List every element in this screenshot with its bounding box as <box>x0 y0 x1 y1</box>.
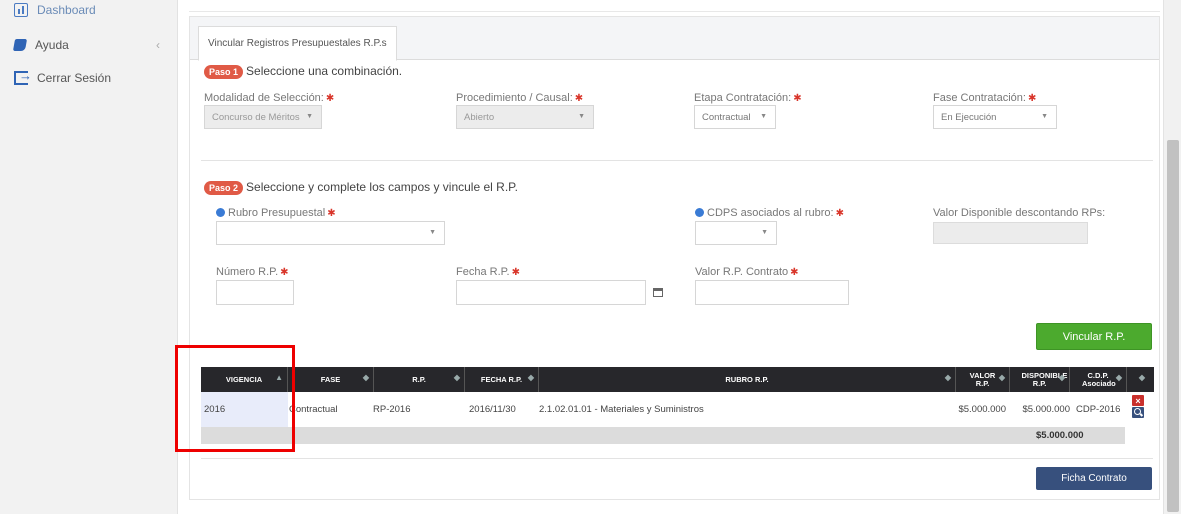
book-icon <box>12 39 28 51</box>
sort-icon: ◆ <box>1058 373 1065 382</box>
fase-label: Fase Contratación: ✱ <box>933 92 1037 104</box>
col-cdp[interactable]: C.D.P. Asociado ◆ <box>1070 367 1127 392</box>
valor-rp-label: Valor R.P. Contrato ✱ <box>695 266 799 278</box>
sidebar-item-label: Ayuda <box>35 38 69 52</box>
scrollbar[interactable] <box>1163 0 1181 514</box>
step1-badge: Paso 1 <box>204 65 244 79</box>
tab-bar: Vincular Registros Presupuestales R.P.s <box>190 17 1159 61</box>
etapa-select[interactable]: Contractual ▼ <box>694 105 776 129</box>
sort-icon: ◆ <box>1138 373 1145 382</box>
fecha-rp-label: Fecha R.P. ✱ <box>456 266 520 278</box>
step2-title: Seleccione y complete los campos y vincu… <box>246 180 518 194</box>
cell-cdp: CDP-2016 <box>1076 404 1121 415</box>
cdps-select[interactable]: ▼ <box>695 221 777 245</box>
ficha-contrato-button[interactable]: Ficha Contrato <box>1036 467 1152 490</box>
col-fecha[interactable]: FECHA R.P. ◆ <box>465 367 539 392</box>
col-valor[interactable]: VALOR R.P. ◆ <box>956 367 1010 392</box>
cell-disponible: $5.000.000 <box>1022 404 1070 415</box>
cdps-label: CDPS asociados al rubro: ✱ <box>695 207 844 219</box>
sidebar: Dashboard Ayuda ‹ Cerrar Sesión <box>0 0 178 514</box>
valor-disponible-label: Valor Disponible descontando RPs: <box>933 207 1106 219</box>
header-divider <box>189 11 1160 12</box>
procedimiento-label: Procedimiento / Causal: ✱ <box>456 92 584 104</box>
table-header: VIGENCIA ▲ FASE ◆ R.P. ◆ FECHA R.P. ◆ RUBRO … <box>201 367 1154 392</box>
step1-title: Seleccione una combinación. <box>246 64 403 78</box>
step2-badge: Paso 2 <box>204 181 244 195</box>
valor-disponible-field <box>933 222 1088 244</box>
col-rubro[interactable]: RUBRO R.P. ◆ <box>539 367 956 392</box>
sort-icon: ◆ <box>998 373 1005 382</box>
info-icon <box>695 208 704 217</box>
cell-rp: RP-2016 <box>373 404 411 415</box>
numero-rp-label: Número R.P. ✱ <box>216 266 289 278</box>
procedimiento-select[interactable]: Abierto ▼ <box>456 105 594 129</box>
etapa-label: Etapa Contratación: ✱ <box>694 92 802 104</box>
chevron-left-icon: ‹ <box>156 38 160 52</box>
vincular-rp-button[interactable]: Vincular R.P. <box>1036 323 1152 350</box>
modalidad-label: Modalidad de Selección: ✱ <box>204 92 335 104</box>
col-actions[interactable]: ◆ <box>1127 367 1154 392</box>
sidebar-item-ayuda[interactable]: Ayuda ‹ <box>0 29 178 61</box>
sort-icon: ◆ <box>527 373 534 382</box>
total-value: $5.000.000 <box>1036 430 1084 441</box>
col-fase[interactable]: FASE ◆ <box>288 367 374 392</box>
cell-fecha: 2016/11/30 <box>469 404 516 415</box>
sign-out-icon <box>14 68 32 85</box>
fase-select[interactable]: En Ejecución ▼ <box>933 105 1057 129</box>
info-icon <box>216 208 225 217</box>
cell-valor: $5.000.000 <box>958 404 1006 415</box>
sort-icon: ◆ <box>944 373 951 382</box>
delete-icon[interactable]: × <box>1132 395 1144 406</box>
sort-icon: ◆ <box>362 373 369 382</box>
modalidad-select[interactable]: Concurso de Méritos ▼ <box>204 105 322 129</box>
valor-rp-input[interactable] <box>695 280 849 305</box>
step1-header: Paso 1 Seleccione una combinación. <box>204 64 402 79</box>
sidebar-item-label: Cerrar Sesión <box>37 71 112 85</box>
section-divider <box>201 160 1153 161</box>
numero-rp-input[interactable] <box>216 280 294 305</box>
col-rp[interactable]: R.P. ◆ <box>374 367 465 392</box>
search-icon[interactable] <box>1132 407 1144 418</box>
sort-icon: ◆ <box>453 373 460 382</box>
table-row: 2016 Contractual RP-2016 2016/11/30 2.1.… <box>201 392 1125 427</box>
tab-vincular-rps[interactable]: Vincular Registros Presupuestales R.P.s <box>198 26 397 61</box>
highlight-box <box>175 345 295 452</box>
table-footer: $5.000.000 <box>201 427 1125 444</box>
step2-header: Paso 2 Seleccione y complete los campos y… <box>204 180 518 195</box>
sidebar-item-dashboard[interactable]: Dashboard <box>0 0 178 26</box>
sort-icon: ◆ <box>1115 373 1122 382</box>
sidebar-item-label: Dashboard <box>37 3 96 17</box>
calendar-icon[interactable] <box>646 280 670 305</box>
bottom-divider <box>201 458 1153 459</box>
rubro-select[interactable]: ▼ <box>216 221 445 245</box>
scrollbar-thumb[interactable] <box>1167 140 1179 512</box>
dashboard-icon <box>14 3 28 17</box>
col-disponible[interactable]: DISPONIBLE R.P. ◆ <box>1010 367 1070 392</box>
fecha-rp-input[interactable] <box>456 280 646 305</box>
rubro-label: Rubro Presupuestal ✱ <box>216 207 336 219</box>
cell-rubro: 2.1.02.01.01 - Materiales y Suministros <box>539 404 704 415</box>
sidebar-item-cerrar-sesion[interactable]: Cerrar Sesión <box>0 62 178 94</box>
cell-fase: Contractual <box>289 404 338 415</box>
